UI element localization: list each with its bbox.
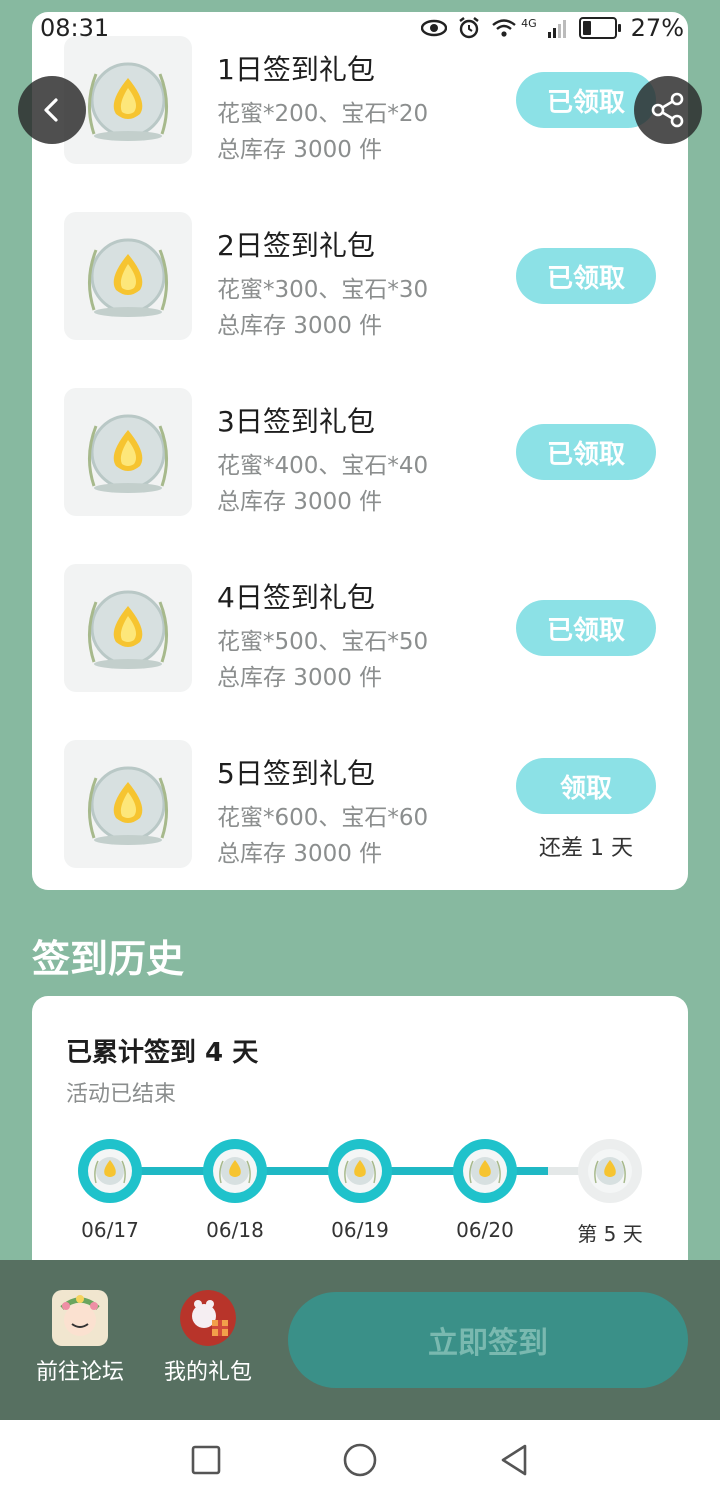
history-card: 已累计签到 4 天 活动已结束 06/17 06/18 06/19 06/20 … xyxy=(32,996,688,1296)
circle-icon xyxy=(343,1443,377,1477)
honey-drop-emblem-icon xyxy=(88,62,168,141)
gift-rewards: 花蜜*400、宝石*40 xyxy=(217,453,429,479)
network-type: 4G xyxy=(521,16,537,30)
honey-drop-emblem-icon xyxy=(344,1157,376,1185)
system-nav-bar xyxy=(0,1420,720,1496)
battery-icon xyxy=(578,17,621,39)
activity-status: 活动已结束 xyxy=(66,1082,177,1107)
claim-button[interactable]: 领取 xyxy=(516,758,656,814)
gift-rewards: 花蜜*200、宝石*20 xyxy=(217,101,429,127)
honey-drop-emblem-icon xyxy=(88,766,168,845)
gift-stock: 总库存 3000 件 xyxy=(217,137,383,163)
gift-rewards: 花蜜*600、宝石*60 xyxy=(217,805,429,831)
gift-row-day2: 2日签到礼包 花蜜*300、宝石*30 总库存 3000 件 已领取 xyxy=(32,212,688,342)
day-label: 06/18 xyxy=(206,1218,264,1242)
gift-thumbnail xyxy=(64,564,192,692)
gift-thumbnail xyxy=(64,740,192,868)
day-node-5 xyxy=(578,1139,642,1203)
day-label: 第 5 天 xyxy=(577,1222,643,1246)
honey-drop-emblem-icon xyxy=(219,1157,251,1185)
claimed-button[interactable]: 已领取 xyxy=(516,424,656,480)
my-gifts-link[interactable]: 我的礼包 xyxy=(153,1290,263,1386)
honey-drop-emblem-icon xyxy=(88,590,168,669)
day-node-2 xyxy=(203,1139,267,1203)
battery-percent: 27% xyxy=(630,14,684,42)
gift-row-day3: 3日签到礼包 花蜜*400、宝石*40 总库存 3000 件 已领取 xyxy=(32,388,688,518)
bottom-action-bar: 前往论坛 我的礼包 立即签到 xyxy=(0,1260,720,1420)
back-button[interactable] xyxy=(18,76,86,144)
share-icon xyxy=(651,92,684,128)
square-icon xyxy=(191,1445,221,1475)
day-node-3 xyxy=(328,1139,392,1203)
gift-rewards: 花蜜*500、宝石*50 xyxy=(217,629,429,655)
gift-row-day4: 4日签到礼包 花蜜*500、宝石*50 总库存 3000 件 已领取 xyxy=(32,564,688,694)
honey-drop-emblem-icon xyxy=(94,1157,126,1185)
chevron-left-icon xyxy=(44,98,58,122)
day-label: 06/20 xyxy=(456,1218,514,1242)
triangle-back-icon xyxy=(501,1444,527,1476)
gift-title: 3日签到礼包 xyxy=(217,405,375,438)
honey-drop-emblem-icon xyxy=(469,1157,501,1185)
claimed-button[interactable]: 已领取 xyxy=(516,248,656,304)
forum-link[interactable]: 前往论坛 xyxy=(25,1290,135,1386)
honey-drop-emblem-icon xyxy=(594,1157,626,1185)
gift-row-day5: 5日签到礼包 花蜜*600、宝石*60 总库存 3000 件 领取 还差 1 天 xyxy=(32,740,688,870)
status-bar: 08:31 4G 27% xyxy=(0,0,720,56)
status-time: 08:31 xyxy=(40,14,110,42)
my-gifts-label: 我的礼包 xyxy=(163,1360,252,1385)
claimed-button[interactable]: 已领取 xyxy=(516,600,656,656)
eye-icon xyxy=(421,19,448,37)
gift-stock: 总库存 3000 件 xyxy=(217,489,383,515)
gift-title: 2日签到礼包 xyxy=(217,229,375,262)
alarm-icon xyxy=(459,17,479,39)
gift-bag-icon xyxy=(180,1290,236,1346)
honey-drop-emblem-icon xyxy=(88,414,168,493)
wifi-icon xyxy=(492,19,516,37)
gift-thumbnail xyxy=(64,388,192,516)
gift-title: 5日签到礼包 xyxy=(217,757,375,790)
checkin-count: 已累计签到 4 天 xyxy=(66,1038,259,1068)
signal-icon xyxy=(547,20,566,38)
recent-apps-button[interactable] xyxy=(186,1440,226,1480)
day-label: 06/19 xyxy=(331,1218,389,1242)
gift-rewards: 花蜜*300、宝石*30 xyxy=(217,277,429,303)
forum-label: 前往论坛 xyxy=(35,1360,124,1385)
gift-stock: 总库存 3000 件 xyxy=(217,313,383,339)
gift-title: 4日签到礼包 xyxy=(217,581,375,614)
system-back-button[interactable] xyxy=(494,1440,534,1480)
forum-avatar-icon xyxy=(52,1290,108,1346)
gift-stock: 总库存 3000 件 xyxy=(217,665,383,691)
history-title: 签到历史 xyxy=(32,937,185,981)
share-button[interactable] xyxy=(634,76,702,144)
status-icons: 4G 27% xyxy=(421,14,684,42)
days-remaining-note: 还差 1 天 xyxy=(539,836,633,861)
gift-stock: 总库存 3000 件 xyxy=(217,841,383,867)
day-label: 06/17 xyxy=(81,1218,139,1242)
gift-thumbnail xyxy=(64,212,192,340)
gift-list-card: 1日签到礼包 花蜜*200、宝石*20 总库存 3000 件 已领取 2日签到礼… xyxy=(32,12,688,890)
honey-drop-emblem-icon xyxy=(88,238,168,317)
home-button[interactable] xyxy=(340,1440,380,1480)
day-node-1 xyxy=(78,1139,142,1203)
checkin-now-button[interactable]: 立即签到 xyxy=(288,1292,688,1388)
day-node-4 xyxy=(453,1139,517,1203)
